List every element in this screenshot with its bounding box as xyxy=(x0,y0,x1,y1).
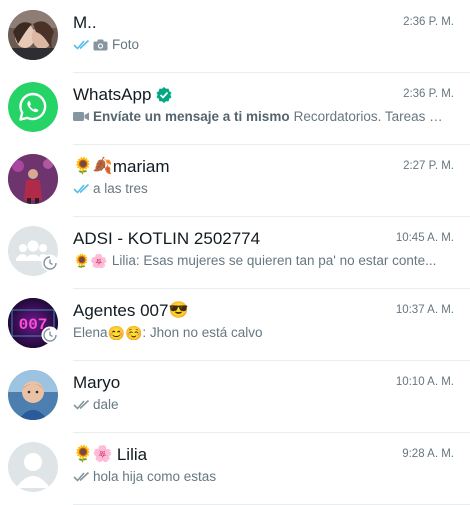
chat-row-mariam[interactable]: 🌻🍂 mariam 2:27 P. M. a las tres xyxy=(0,144,470,217)
default-user-icon xyxy=(8,442,58,492)
chat-row-lilia[interactable]: 🌻🌸 Lilia 9:28 A. M. hola hija como estas xyxy=(0,432,470,505)
chat-row-adsi-kotlin[interactable]: ADSI - KOTLIN 2502774 10:45 A. M. 🌻🌸 Lil… xyxy=(0,216,470,289)
chat-preview: Foto xyxy=(73,37,446,52)
chat-content: Agentes 007 😎 10:37 A. M. Elena 😊☺️ : Jh… xyxy=(73,288,470,361)
verified-icon xyxy=(156,87,172,103)
video-icon xyxy=(73,112,89,121)
chat-content: 🌻🍂 mariam 2:27 P. M. a las tres xyxy=(73,144,470,217)
chat-name: Maryo xyxy=(73,373,121,392)
chat-name: 🌻🍂 mariam xyxy=(73,157,170,176)
delivered-ticks-icon xyxy=(73,399,90,410)
avatar xyxy=(8,10,58,60)
chat-row-m[interactable]: M.. 2:36 P. M. Foto xyxy=(0,0,470,73)
chat-preview: a las tres xyxy=(73,181,446,196)
delivered-ticks-icon xyxy=(73,471,90,482)
chat-name: ADSI - KOTLIN 2502774 xyxy=(73,229,261,248)
preview-emoji: 🌻🌸 xyxy=(73,253,108,268)
name-emoji: 🌻🍂 xyxy=(73,158,113,175)
chat-name: M.. xyxy=(73,13,97,32)
chat-preview: hola hija como estas xyxy=(73,469,446,484)
chat-time: 10:37 A. M. xyxy=(395,304,454,316)
chat-time: 10:10 A. M. xyxy=(395,376,454,388)
avatar xyxy=(8,442,58,492)
chat-name: Agentes 007 😎 xyxy=(73,301,189,320)
chat-preview: Elena 😊☺️ : Jhon no está calvo xyxy=(73,325,263,340)
chat-row-maryo[interactable]: Maryo 10:10 A. M. dale xyxy=(0,360,470,433)
chat-time: 9:28 A. M. xyxy=(402,448,454,460)
status-update-icon xyxy=(41,254,59,272)
read-ticks-icon xyxy=(73,39,90,50)
avatar xyxy=(8,82,58,132)
chat-time: 10:45 A. M. xyxy=(395,232,454,244)
chat-row-agentes-007[interactable]: 007 Agentes 007 😎 10:37 A. M. Elena 😊☺️ … xyxy=(0,288,470,361)
chat-time: 2:36 P. M. xyxy=(403,88,454,100)
chat-content: 🌻🌸 Lilia 9:28 A. M. hola hija como estas xyxy=(73,432,470,505)
chat-name: WhatsApp xyxy=(73,85,173,105)
chat-preview: Envíate un mensaje a ti mismo Recordator… xyxy=(73,109,446,124)
name-emoji: 🌻🌸 xyxy=(73,446,113,463)
chat-time: 2:36 P. M. xyxy=(403,16,454,28)
name-emoji: 😎 xyxy=(168,302,189,319)
preview-emoji: 😊☺️ xyxy=(107,325,143,340)
chat-time: 2:27 P. M. xyxy=(403,160,454,172)
chat-content: WhatsApp 2:36 P. M. Envíate un mensaje a… xyxy=(73,72,470,145)
chat-list: M.. 2:36 P. M. Foto WhatsApp 2:36 P. M. xyxy=(0,0,470,505)
chat-preview: dale xyxy=(73,397,446,412)
chat-row-whatsapp[interactable]: WhatsApp 2:36 P. M. Envíate un mensaje a… xyxy=(0,72,470,145)
whatsapp-logo-icon xyxy=(8,82,58,132)
avatar xyxy=(8,370,58,420)
avatar xyxy=(8,154,58,204)
read-ticks-icon xyxy=(73,183,90,194)
chat-content: M.. 2:36 P. M. Foto xyxy=(73,0,470,73)
chat-content: ADSI - KOTLIN 2502774 10:45 A. M. 🌻🌸 Lil… xyxy=(73,216,470,289)
chat-preview: 🌻🌸 Lilia: Esas mujeres se quieren tan pa… xyxy=(73,253,437,268)
chat-content: Maryo 10:10 A. M. dale xyxy=(73,360,470,433)
camera-icon xyxy=(93,39,108,50)
status-update-icon xyxy=(41,326,59,344)
chat-name: 🌻🌸 Lilia xyxy=(73,445,148,464)
